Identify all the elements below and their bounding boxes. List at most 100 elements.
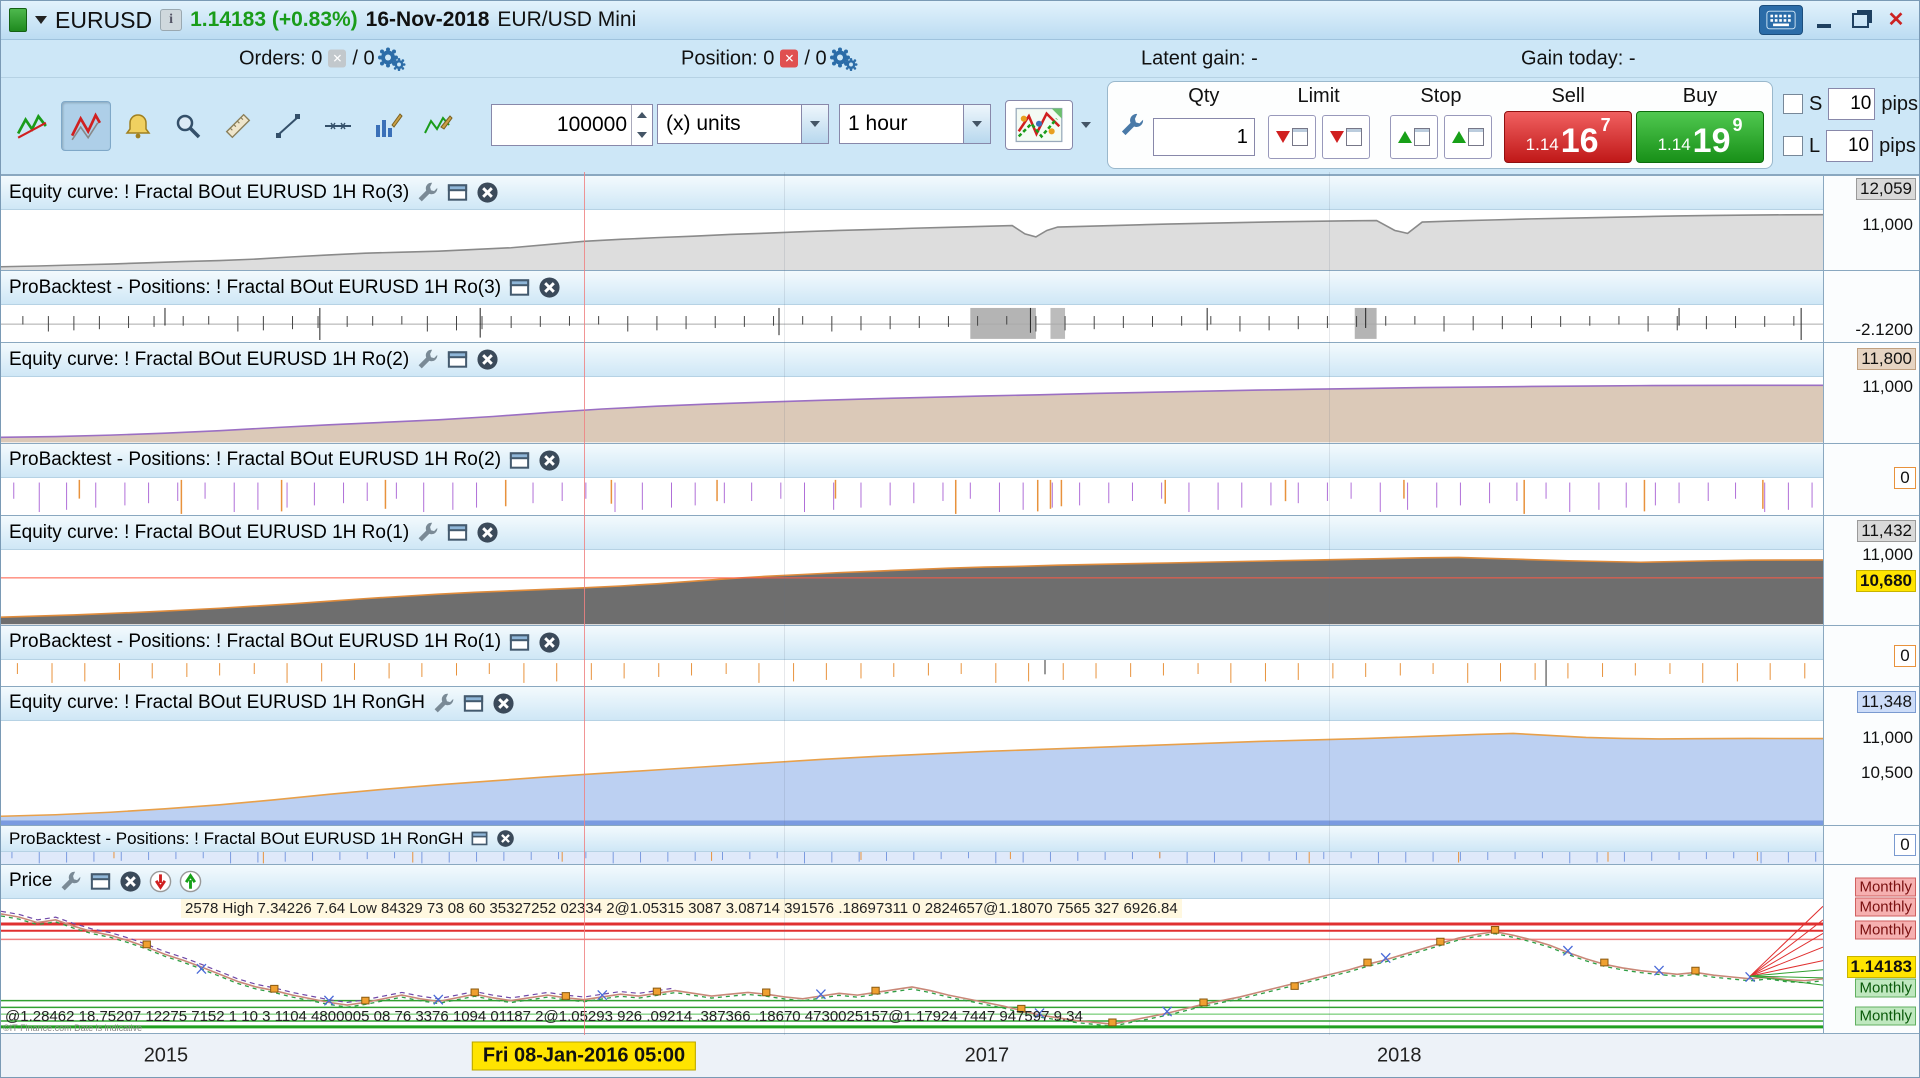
close-panel-icon[interactable] bbox=[476, 348, 499, 371]
panel-header[interactable]: ProBacktest - Positions: ! Fractal BOut … bbox=[1, 271, 1823, 306]
order-settings-wrench-icon[interactable] bbox=[1114, 84, 1150, 166]
positions-chart-ro3[interactable] bbox=[1, 305, 1823, 342]
buy-marker-icon[interactable] bbox=[179, 870, 202, 893]
wrench-icon[interactable] bbox=[416, 521, 439, 544]
window-icon[interactable] bbox=[508, 449, 531, 472]
price-axis[interactable]: 0 bbox=[1823, 625, 1919, 686]
units-dropdown-icon[interactable] bbox=[801, 105, 828, 143]
price-axis[interactable]: 12,059 11,000 bbox=[1823, 176, 1919, 271]
price-axis[interactable]: Monthly Monthly Monthly 1.14183 Monthly Month… bbox=[1823, 864, 1919, 1033]
panel-header[interactable]: ProBacktest - Positions: ! Fractal BOut … bbox=[1, 443, 1823, 478]
order-ticket-icon bbox=[1413, 128, 1430, 146]
stop-pips-checkbox[interactable] bbox=[1783, 94, 1803, 114]
equity-curve-chart-ro1[interactable] bbox=[1, 550, 1823, 625]
wrench-icon[interactable] bbox=[432, 692, 455, 715]
instrument-symbol[interactable]: EURUSD bbox=[55, 7, 152, 34]
zoom-button[interactable] bbox=[165, 101, 211, 151]
panel-header[interactable]: Price bbox=[1, 864, 1823, 899]
position-settings-icon[interactable] bbox=[832, 49, 856, 70]
minimize-button[interactable] bbox=[1809, 7, 1839, 33]
chart-mode-pattern-button[interactable] bbox=[61, 101, 111, 151]
info-icon[interactable]: i bbox=[160, 9, 183, 31]
window-icon[interactable] bbox=[462, 692, 485, 715]
price-axis[interactable]: -2.1200 bbox=[1823, 271, 1919, 343]
window-icon[interactable] bbox=[508, 631, 531, 654]
orders-settings-icon[interactable] bbox=[380, 49, 404, 70]
quantity-stepper[interactable] bbox=[631, 105, 652, 145]
order-qty-input[interactable] bbox=[1152, 118, 1255, 156]
time-axis[interactable]: 2015 2017 2018 Fri 08-Jan-2016 05:00 bbox=[1, 1033, 1919, 1077]
chart-style-button[interactable] bbox=[1005, 100, 1073, 150]
close-panel-icon[interactable] bbox=[476, 181, 499, 204]
indicator-tool-button[interactable] bbox=[365, 101, 411, 151]
price-axis[interactable]: 11,348 11,000 10,500 bbox=[1823, 686, 1919, 826]
stop-limit-pips-block: S pips L pips bbox=[1783, 88, 1918, 162]
ruler-button[interactable] bbox=[215, 101, 261, 151]
wrench-icon[interactable] bbox=[59, 870, 82, 893]
panel-header[interactable]: Equity curve: ! Fractal BOut EURUSD 1H R… bbox=[1, 343, 1823, 378]
window-icon[interactable] bbox=[446, 181, 469, 204]
order-ticket-icon bbox=[1467, 128, 1484, 146]
price-axis[interactable]: 0 bbox=[1823, 826, 1919, 864]
close-window-button[interactable]: ✕ bbox=[1881, 7, 1911, 33]
chart-mode-line-button[interactable] bbox=[7, 101, 57, 151]
positions-chart-ro1[interactable] bbox=[1, 660, 1823, 686]
virtual-keyboard-button[interactable] bbox=[1759, 5, 1803, 35]
panel-header[interactable]: Equity curve: ! Fractal BOut EURUSD 1H R… bbox=[1, 516, 1823, 551]
quantity-input[interactable] bbox=[492, 105, 631, 145]
panel-header[interactable]: Equity curve: ! Fractal BOut EURUSD 1H R… bbox=[1, 176, 1823, 210]
window-icon[interactable] bbox=[470, 829, 489, 848]
window-icon[interactable] bbox=[446, 521, 469, 544]
buy-price-sup: 9 bbox=[1732, 115, 1743, 135]
l-pips-input[interactable] bbox=[1826, 130, 1874, 162]
window-icon[interactable] bbox=[508, 276, 531, 299]
chart-style-dropdown-icon[interactable] bbox=[1075, 112, 1097, 138]
axis-label: 10,680 bbox=[1856, 570, 1916, 593]
sell-button[interactable]: 1.14 16 7 bbox=[1504, 111, 1633, 163]
close-panel-icon[interactable] bbox=[119, 870, 142, 893]
cancel-orders-icon[interactable] bbox=[328, 49, 347, 68]
window-icon[interactable] bbox=[446, 348, 469, 371]
timeframe-dropdown-icon[interactable] bbox=[963, 105, 990, 143]
s-pips-input[interactable] bbox=[1828, 88, 1876, 120]
panel-header[interactable]: ProBacktest - Positions: ! Fractal BOut … bbox=[1, 625, 1823, 660]
wrench-icon[interactable] bbox=[416, 181, 439, 204]
restore-button[interactable] bbox=[1845, 7, 1875, 33]
price-axis[interactable]: 11,800 11,000 bbox=[1823, 343, 1919, 443]
close-panel-icon[interactable] bbox=[538, 276, 561, 299]
strategy-tool-button[interactable] bbox=[415, 101, 461, 151]
timeframe-select[interactable]: 1 hour bbox=[839, 104, 991, 144]
alerts-button[interactable] bbox=[115, 101, 161, 151]
axis-label: 11,000 bbox=[1862, 376, 1913, 396]
horizontal-line-tool-button[interactable] bbox=[315, 101, 361, 151]
close-panel-icon[interactable] bbox=[538, 449, 561, 472]
close-panel-icon[interactable] bbox=[496, 829, 515, 848]
equity-curve-chart-ro2[interactable] bbox=[1, 377, 1823, 443]
stop-sell-button[interactable] bbox=[1389, 115, 1438, 159]
close-panel-icon[interactable] bbox=[538, 631, 561, 654]
close-panel-icon[interactable] bbox=[476, 521, 499, 544]
equity-curve-chart-rongh[interactable] bbox=[1, 721, 1823, 826]
panel-equity-ro3: Equity curve: ! Fractal BOut EURUSD 1H R… bbox=[1, 175, 1919, 271]
close-position-icon[interactable] bbox=[780, 49, 799, 68]
panel-header[interactable]: Equity curve: ! Fractal BOut EURUSD 1H R… bbox=[1, 686, 1823, 721]
positions-chart-rongh[interactable] bbox=[1, 852, 1823, 863]
units-select[interactable]: (x) units bbox=[657, 104, 829, 144]
panel-header[interactable]: ProBacktest - Positions: ! Fractal BOut … bbox=[1, 826, 1823, 853]
close-panel-icon[interactable] bbox=[492, 692, 515, 715]
limit-buy-button[interactable] bbox=[1321, 115, 1370, 159]
window-icon[interactable] bbox=[89, 870, 112, 893]
limit-sell-button[interactable] bbox=[1267, 115, 1316, 159]
stop-buy-button[interactable] bbox=[1443, 115, 1492, 159]
instrument-dropdown-icon[interactable] bbox=[35, 16, 47, 24]
trendline-tool-button[interactable] bbox=[265, 101, 311, 151]
wrench-icon[interactable] bbox=[416, 348, 439, 371]
price-axis[interactable]: 0 bbox=[1823, 443, 1919, 516]
positions-chart-ro2[interactable] bbox=[1, 478, 1823, 516]
sell-marker-icon[interactable] bbox=[149, 870, 172, 893]
equity-curve-chart-ro3[interactable] bbox=[1, 210, 1823, 271]
price-axis[interactable]: 11,432 11,000 10,680 bbox=[1823, 516, 1919, 625]
axis-label: 12,059 bbox=[1856, 178, 1916, 201]
limit-pips-checkbox[interactable] bbox=[1783, 136, 1803, 156]
buy-button[interactable]: 1.14 19 9 bbox=[1636, 111, 1765, 163]
